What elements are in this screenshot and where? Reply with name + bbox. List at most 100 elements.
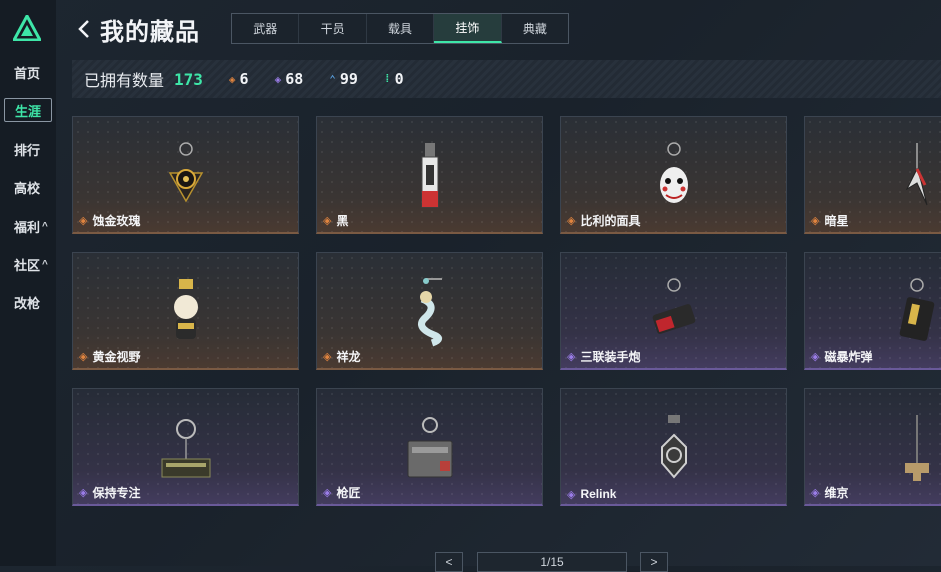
item-name: ◈ 蚀金玫瑰	[79, 212, 140, 229]
item-card[interactable]: ◈ 祥龙	[316, 252, 543, 370]
sidebar-item-community[interactable]: 社区 ^	[4, 252, 52, 276]
item-name-text: 祥龙	[336, 350, 361, 364]
purple-diamond-icon: ◈	[811, 487, 820, 499]
purple-diamond-icon: ◈	[274, 72, 282, 86]
sidebar-item-ranking[interactable]: 排行	[4, 137, 52, 161]
item-name: ◈ 暗星	[811, 212, 848, 229]
orange-diamond-icon: ◈	[323, 351, 332, 363]
item-name: ◈ 磁暴炸弹	[811, 348, 872, 365]
page-indicator: 1/15	[477, 552, 627, 572]
sidebar-item-career[interactable]: 生涯	[4, 98, 52, 122]
charm-relink-icon	[660, 415, 687, 479]
item-name-text: 三联装手炮	[580, 350, 641, 364]
orange-diamond-icon: ◈	[79, 351, 88, 363]
item-name-text: 枪匠	[336, 486, 361, 500]
charm-dark-star-icon	[905, 143, 928, 206]
purple-diamond-icon: ◈	[567, 488, 576, 501]
blue-chevron-icon: ⌃	[329, 72, 336, 86]
purple-diamond-icon: ◈	[323, 487, 332, 499]
purple-diamond-icon: ◈	[811, 351, 820, 363]
item-name: ◈ 保持专注	[79, 484, 140, 501]
sidebar-item-label: 排行	[14, 142, 41, 158]
item-card[interactable]: ◈ 蚀金玫瑰	[72, 116, 299, 234]
item-name-text: 保持专注	[92, 486, 141, 500]
tab-collection[interactable]: 典藏	[502, 14, 568, 43]
purple-diamond-icon: ◈	[567, 351, 576, 363]
sidebar-item-label: 生涯	[15, 103, 42, 119]
orange-diamond-icon: ◈	[228, 72, 236, 86]
green-dots-icon: ⁞	[383, 72, 391, 85]
purple-diamond-icon: ◈	[79, 487, 88, 499]
item-card[interactable]: ◈ 黄金视野	[72, 252, 299, 370]
item-name-text: 磁暴炸弹	[824, 350, 873, 364]
collection-stats-bar: 已拥有数量 173 ◈ 6 ◈ 68 ⌃ 99 ⁞ 0	[72, 60, 941, 98]
back-arrow-icon[interactable]	[74, 16, 94, 42]
item-card[interactable]: ◈ Relink	[560, 388, 787, 506]
charm-stay-focused-icon	[161, 419, 210, 478]
item-name: ◈ 三联装手炮	[567, 348, 640, 365]
stat-green-count: ⁞ 0	[384, 70, 404, 88]
item-name-text: Relink	[580, 487, 617, 501]
item-card[interactable]: ◈ 维京	[804, 388, 941, 506]
stat-value: 0	[394, 70, 404, 88]
next-page-button[interactable]: >	[640, 552, 668, 572]
item-name: ◈ 维京	[811, 484, 848, 501]
item-card[interactable]: ◈ 保持专注	[72, 388, 299, 506]
charm-rose-icon	[168, 142, 203, 203]
item-card[interactable]: ◈ 比利的面具	[560, 116, 787, 234]
stat-value: 68	[285, 70, 304, 88]
app-logo-icon[interactable]	[13, 15, 41, 41]
item-card[interactable]: ◈ 磁暴炸弹	[804, 252, 941, 370]
stat-purple-count: ◈ 68	[275, 70, 304, 88]
item-name: ◈ 黑	[323, 212, 348, 229]
sidebar-item-label: 福利	[14, 219, 41, 235]
charm-golden-vision-icon	[173, 279, 198, 339]
item-card[interactable]: ◈ 暗星	[804, 116, 941, 234]
page-title: 我的藏品	[100, 19, 200, 46]
item-card[interactable]: ◈ 三联装手炮	[560, 252, 787, 370]
chevron-up-icon: ^	[42, 258, 48, 270]
charm-dragon-icon	[417, 278, 442, 347]
owned-count-label: 已拥有数量	[84, 73, 165, 90]
tab-vehicles[interactable]: 载具	[367, 14, 435, 43]
owned-count-total: 173	[174, 69, 203, 89]
sidebar-item-home[interactable]: 首页	[4, 60, 52, 84]
item-card[interactable]: ◈ 黑	[316, 116, 543, 234]
orange-diamond-icon: ◈	[811, 215, 820, 227]
charm-mask-icon	[659, 142, 688, 203]
stat-value: 6	[239, 70, 249, 88]
item-name: ◈ Relink	[567, 487, 616, 501]
item-name-text: 蚀金玫瑰	[92, 214, 141, 228]
item-card[interactable]: ◈ 枪匠	[316, 388, 543, 506]
tab-charms[interactable]: 挂饰	[434, 14, 502, 43]
item-name-text: 维京	[824, 486, 849, 500]
chevron-up-icon: ^	[42, 220, 48, 232]
sidebar-item-gunsmith[interactable]: 改枪	[4, 290, 52, 314]
item-name-text: 黑	[336, 214, 349, 228]
sidebar-item-label: 高校	[14, 180, 41, 196]
charm-gunsmith-icon	[407, 417, 452, 478]
item-name: ◈ 比利的面具	[567, 212, 640, 229]
item-name-text: 黄金视野	[92, 350, 141, 364]
item-name: ◈ 枪匠	[323, 484, 360, 501]
item-name: ◈ 祥龙	[323, 348, 360, 365]
sidebar-item-welfare[interactable]: 福利 ^	[4, 214, 52, 238]
charm-viking-icon	[905, 415, 929, 481]
item-name-text: 比利的面具	[580, 214, 641, 228]
tab-weapons[interactable]: 武器	[232, 14, 300, 43]
charm-black-icon	[421, 143, 438, 208]
prev-page-button[interactable]: <	[435, 552, 463, 572]
charm-hand-cannon-icon	[652, 278, 695, 334]
sidebar-item-label: 社区	[14, 257, 41, 273]
sidebar-item-college[interactable]: 高校	[4, 175, 52, 199]
item-name: ◈ 黄金视野	[79, 348, 140, 365]
sidebar-item-label: 首页	[14, 65, 41, 81]
orange-diamond-icon: ◈	[323, 215, 332, 227]
sidebar: 首页 生涯 排行 高校 福利 ^ 社区 ^ 改枪	[0, 0, 56, 566]
tab-operators[interactable]: 干员	[299, 14, 367, 43]
sidebar-item-label: 改枪	[14, 295, 41, 311]
stat-blue-count: ⌃ 99	[329, 70, 358, 88]
stat-value: 99	[339, 70, 358, 88]
charm-emp-bomb-icon	[899, 278, 935, 341]
item-name-text: 暗星	[824, 214, 849, 228]
